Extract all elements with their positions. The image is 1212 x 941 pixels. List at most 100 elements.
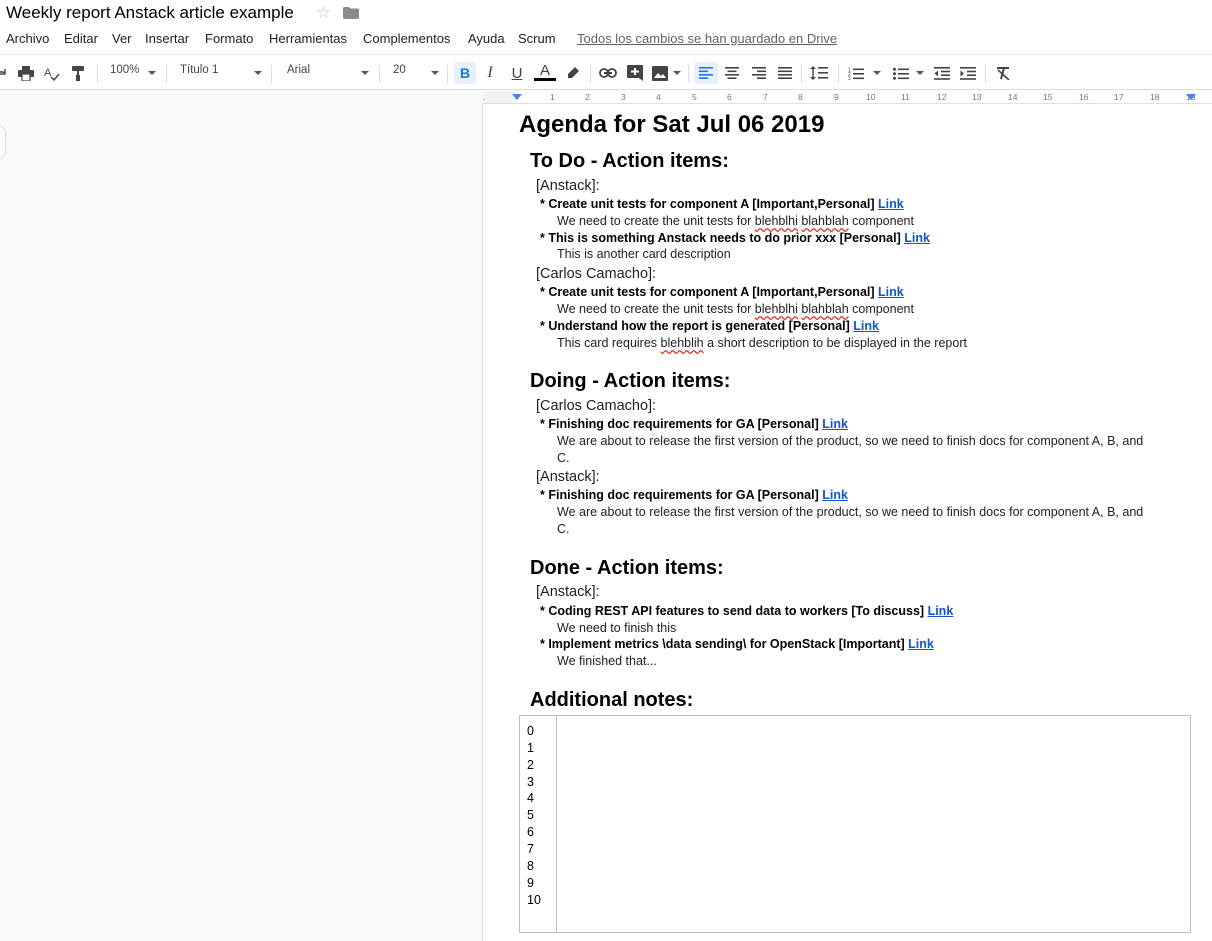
- zoom-select[interactable]: 100%: [110, 64, 139, 76]
- paint-format-icon[interactable]: [68, 62, 88, 84]
- toolbar-divider: [801, 65, 802, 83]
- print-icon[interactable]: [16, 62, 36, 84]
- align-center-icon[interactable]: [722, 62, 742, 84]
- item-description: We are about to release the first versio…: [557, 434, 1144, 465]
- assignee-carlos: [Carlos Camacho]:: [536, 398, 657, 414]
- ruler-mark: 8: [798, 92, 803, 102]
- item-link[interactable]: Link: [878, 285, 904, 299]
- chevron-down-icon[interactable]: [431, 71, 439, 75]
- underline-button[interactable]: U: [508, 62, 526, 84]
- font-select[interactable]: Arial: [287, 64, 310, 76]
- ruler-mark: 18: [1150, 92, 1160, 102]
- line-spacing-icon[interactable]: [809, 62, 829, 84]
- chevron-down-icon[interactable]: [361, 71, 369, 75]
- chevron-down-icon[interactable]: [916, 71, 924, 75]
- ruler-mark: 6: [727, 92, 732, 102]
- justify-icon[interactable]: [775, 62, 795, 84]
- text-color-button[interactable]: A: [534, 62, 556, 81]
- chevron-down-icon[interactable]: [254, 71, 262, 75]
- image-icon[interactable]: [650, 62, 670, 84]
- item-description: We need to finish this: [557, 621, 677, 635]
- menu-archivo[interactable]: Archivo: [6, 31, 49, 46]
- increase-indent-icon[interactable]: [958, 62, 978, 84]
- menu-insertar[interactable]: Insertar: [145, 31, 189, 46]
- menu-complementos[interactable]: Complementos: [363, 31, 450, 46]
- todo-heading: To Do - Action items:: [530, 150, 729, 172]
- highlight-icon[interactable]: [563, 62, 583, 84]
- item-link[interactable]: Link: [822, 417, 848, 431]
- action-item: * Create unit tests for component A [Imp…: [540, 197, 904, 211]
- menu-editar[interactable]: Editar: [64, 31, 98, 46]
- indent-marker[interactable]: [512, 94, 522, 100]
- ruler-mark: 16: [1079, 92, 1089, 102]
- italic-button[interactable]: I: [481, 62, 499, 84]
- toolbar-divider: [838, 65, 839, 83]
- menu-formato[interactable]: Formato: [205, 31, 253, 46]
- line-number: 7: [527, 842, 534, 856]
- toolbar-divider: [166, 65, 167, 83]
- toolbar-divider: [590, 65, 591, 83]
- link-icon[interactable]: [598, 62, 618, 84]
- line-number: 9: [527, 876, 534, 890]
- chevron-down-icon[interactable]: [148, 71, 156, 75]
- style-select[interactable]: Título 1: [180, 64, 218, 76]
- menu-herramientas[interactable]: Herramientas: [269, 31, 347, 46]
- redo-icon[interactable]: [0, 62, 8, 84]
- item-link[interactable]: Link: [822, 488, 848, 502]
- menu-ayuda[interactable]: Ayuda: [468, 31, 505, 46]
- line-number: 6: [527, 825, 534, 839]
- action-item: * Understand how the report is generated…: [540, 319, 879, 333]
- numbered-list-icon[interactable]: 123: [846, 62, 866, 84]
- line-number: 4: [527, 791, 534, 805]
- font-size-select[interactable]: 20: [393, 64, 406, 76]
- action-item: * Implement metrics \data sending\ for O…: [540, 637, 934, 651]
- right-indent-marker[interactable]: [1186, 94, 1196, 100]
- line-number: 8: [527, 859, 534, 873]
- chevron-down-icon[interactable]: [873, 71, 881, 75]
- spellcheck-icon[interactable]: A: [42, 62, 62, 84]
- action-item: * Finishing doc requirements for GA [Per…: [540, 488, 848, 502]
- item-link[interactable]: Link: [928, 604, 954, 618]
- folder-icon[interactable]: [343, 7, 359, 19]
- assignee-carlos: [Carlos Camacho]:: [536, 266, 657, 282]
- bulleted-list-icon[interactable]: [891, 62, 911, 84]
- line-number: 0: [527, 724, 534, 738]
- action-item: * Coding REST API features to send data …: [540, 604, 954, 618]
- notes-table[interactable]: 0 1 2 3 4 5 6 7 8 9 10: [519, 715, 1191, 933]
- align-right-icon[interactable]: [749, 62, 769, 84]
- menu-scrum[interactable]: Scrum: [518, 31, 556, 46]
- ruler-mark: 4: [656, 92, 661, 102]
- document-title[interactable]: Weekly report Anstack article example: [6, 3, 294, 23]
- star-icon[interactable]: ☆: [316, 3, 331, 23]
- decrease-indent-icon[interactable]: [932, 62, 952, 84]
- document-page[interactable]: Agenda for Sat Jul 06 2019 To Do - Actio…: [483, 104, 1212, 941]
- line-number: 3: [527, 775, 534, 789]
- toolbar-divider: [271, 65, 272, 83]
- ruler-mark: 7: [763, 92, 768, 102]
- item-link[interactable]: Link: [908, 637, 934, 651]
- item-link[interactable]: Link: [904, 231, 930, 245]
- line-number: 2: [527, 758, 534, 772]
- item-link[interactable]: Link: [878, 197, 904, 211]
- ruler-mark: 14: [1008, 92, 1018, 102]
- title-bar: Weekly report Anstack article example ☆: [0, 0, 1212, 28]
- ruler-mark: 15: [1043, 92, 1053, 102]
- bold-button[interactable]: B: [454, 62, 476, 84]
- item-description: We need to create the unit tests for ble…: [557, 214, 914, 228]
- clear-formatting-icon[interactable]: [993, 62, 1013, 84]
- ruler-mark: 1: [550, 92, 555, 102]
- chevron-down-icon[interactable]: [673, 71, 681, 75]
- ruler-mark: 2: [585, 92, 590, 102]
- item-description: This card requires blehblih a short desc…: [557, 336, 967, 350]
- save-status[interactable]: Todos los cambios se han guardado en Dri…: [577, 31, 837, 46]
- ruler-mark: 13: [972, 92, 982, 102]
- line-number: 10: [527, 893, 541, 907]
- comment-icon[interactable]: [625, 62, 645, 84]
- line-number: 5: [527, 808, 534, 822]
- svg-text:3: 3: [848, 76, 851, 80]
- ruler[interactable]: 1 1 2 3 4 5 6 7 8 9 10 11 12 13 14 15 16…: [483, 91, 1212, 104]
- item-link[interactable]: Link: [853, 319, 879, 333]
- align-left-icon[interactable]: [694, 62, 718, 84]
- menu-ver[interactable]: Ver: [112, 31, 132, 46]
- done-heading: Done - Action items:: [530, 557, 724, 579]
